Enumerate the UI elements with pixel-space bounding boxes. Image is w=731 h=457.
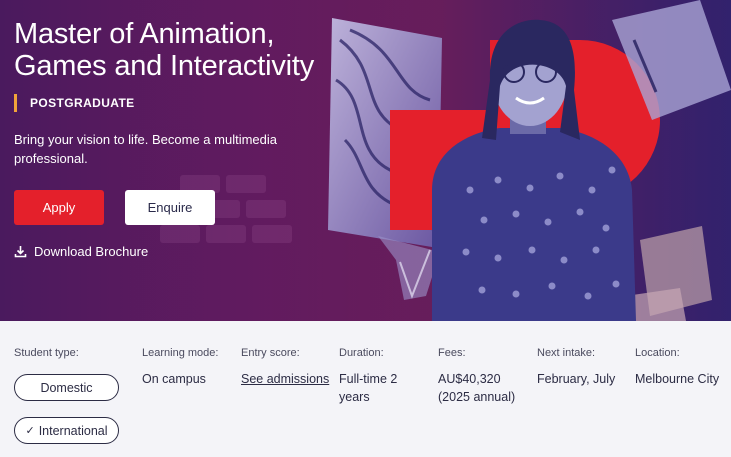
location-value: Melbourne City (635, 372, 720, 386)
duration-label: Duration: (339, 347, 384, 359)
download-icon (14, 246, 27, 258)
learning-mode-label: Learning mode: (142, 347, 219, 359)
course-level-label: POSTGRADUATE (30, 96, 135, 110)
apply-button[interactable]: Apply (14, 190, 104, 225)
next-intake-value: February, July (537, 372, 616, 386)
fact-fees: Fees: AU$40,320 (2025 annual) (438, 346, 530, 406)
level-accent-bar (14, 94, 17, 112)
student-type-label: Student type: (14, 347, 79, 359)
fees-value: AU$40,320 (2025 annual) (438, 372, 516, 404)
international-toggle-label: International (38, 423, 108, 438)
domestic-toggle-label: Domestic (40, 380, 93, 395)
fact-location: Location: Melbourne City (635, 346, 729, 388)
fact-next-intake: Next intake: February, July (537, 346, 629, 388)
hero-banner: Master of Animation, Games and Interacti… (0, 0, 731, 321)
course-facts-bar: Student type: Domestic ✓ International L… (0, 321, 731, 457)
fees-label: Fees: (438, 347, 466, 359)
next-intake-label: Next intake: (537, 347, 596, 359)
fact-duration: Duration: Full-time 2 years (339, 346, 419, 406)
fact-learning-mode: Learning mode: On campus (142, 346, 232, 388)
course-level: POSTGRADUATE (14, 94, 344, 112)
international-toggle[interactable]: ✓ International (14, 417, 119, 444)
domestic-toggle[interactable]: Domestic (14, 374, 119, 401)
see-admissions-link[interactable]: See admissions (241, 370, 336, 388)
download-brochure-label: Download Brochure (34, 244, 149, 259)
fact-student-type: Student type: (14, 346, 79, 360)
page-title: Master of Animation, Games and Interacti… (14, 18, 315, 82)
enquire-button[interactable]: Enquire (125, 190, 215, 225)
entry-score-label: Entry score: (241, 347, 300, 359)
duration-value: Full-time 2 years (339, 372, 398, 404)
hero-buttons: Apply Enquire (14, 190, 344, 225)
learning-mode-value: On campus (142, 372, 206, 386)
download-brochure-link[interactable]: Download Brochure (14, 244, 344, 259)
fact-entry-score: Entry score: See admissions (241, 346, 336, 388)
hero-content: Master of Animation, Games and Interacti… (14, 18, 344, 259)
check-icon: ✓ (25, 425, 35, 437)
course-tagline: Bring your vision to life. Become a mult… (14, 132, 278, 166)
location-label: Location: (635, 347, 680, 359)
